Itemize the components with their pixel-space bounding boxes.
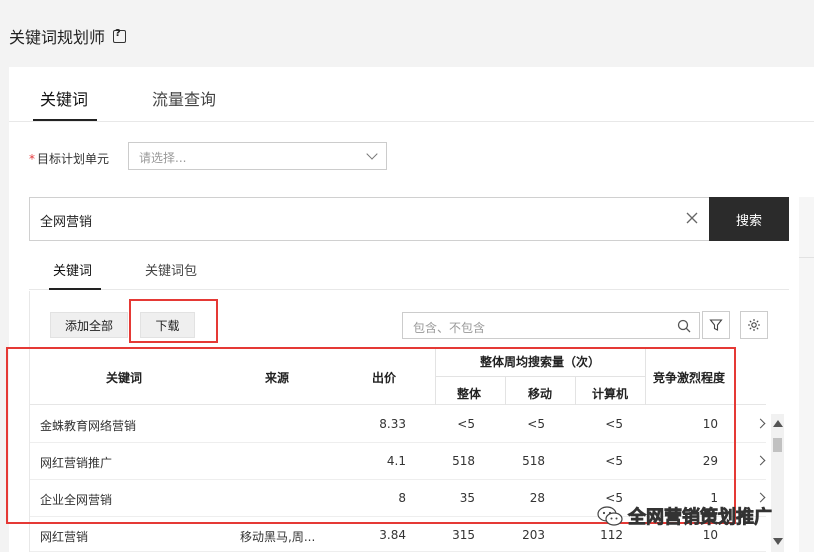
table-row[interactable]: 网红营销推广 4.1 518 518 <5 29: [30, 443, 766, 480]
search-icon[interactable]: [677, 319, 691, 333]
cell-keyword: 企业全网营销: [40, 493, 113, 507]
keyword-search-input[interactable]: 全网营销: [29, 197, 710, 241]
gear-icon: [748, 319, 760, 331]
cell-keyword: 网红营销推广: [40, 456, 113, 470]
cell-keyword: 金蛛教育网络营销: [40, 419, 137, 433]
cell-mobile: 203: [522, 528, 545, 542]
col-mobile[interactable]: 移动: [528, 385, 552, 402]
page-title-text: 关键词规划师: [9, 28, 106, 47]
help-icon[interactable]: [113, 28, 127, 43]
table-row[interactable]: 金蛛教育网络营销 8.33 <5 <5 <5 10: [30, 406, 766, 443]
active-tab-indicator: [33, 119, 97, 121]
active-subtab-indicator: [49, 288, 101, 290]
tab-traffic-query[interactable]: 流量查询: [152, 86, 216, 110]
subtab-keywords[interactable]: 关键词: [53, 260, 92, 279]
cell-bid: 4.1: [386, 454, 406, 468]
col-weekly-search-group: 整体周均搜索量（次）: [480, 355, 601, 369]
cell-competition: 10: [702, 528, 718, 542]
cell-computer: 112: [600, 528, 623, 542]
wechat-icon: [597, 506, 623, 526]
funnel-icon: [709, 319, 723, 331]
cell-computer: <5: [605, 417, 623, 431]
scroll-up-icon[interactable]: [773, 420, 783, 427]
cell-source: 移动黑马,周...: [240, 530, 316, 544]
cell-keyword: 网红营销: [40, 530, 89, 544]
unit-select-placeholder: 请选择...: [139, 151, 187, 165]
main-tabs: 关键词 流量查询: [9, 67, 814, 122]
tab-keywords[interactable]: 关键词: [40, 86, 88, 110]
vertical-scrollbar[interactable]: [771, 414, 784, 552]
page-title: 关键词规划师: [9, 24, 127, 48]
filter-input[interactable]: 包含、不包含: [402, 312, 700, 339]
filter-button[interactable]: [702, 311, 730, 339]
cell-competition: 29: [702, 454, 718, 468]
cell-mobile: <5: [527, 417, 545, 431]
cell-bid: 8: [398, 491, 406, 505]
watermark-text: 全网营销策划推广: [628, 507, 773, 529]
col-keyword[interactable]: 关键词: [106, 369, 142, 386]
header-divider: [435, 376, 645, 377]
cell-mobile: 518: [522, 454, 545, 468]
side-panel-edge: [799, 197, 814, 552]
clear-icon[interactable]: [685, 211, 699, 225]
cell-competition: 10: [702, 417, 718, 431]
cell-overall: 518: [452, 454, 475, 468]
sub-tabs: 关键词 关键词包: [29, 242, 789, 290]
col-source: 来源: [265, 371, 290, 385]
filter-placeholder: 包含、不包含: [413, 321, 486, 335]
scroll-down-icon[interactable]: [773, 538, 783, 545]
scroll-thumb[interactable]: [773, 438, 782, 452]
chevron-down-icon: [366, 148, 378, 160]
col-overall[interactable]: 整体: [457, 385, 481, 402]
add-all-button[interactable]: 添加全部: [50, 312, 128, 338]
col-computer[interactable]: 计算机: [592, 385, 628, 402]
col-bid[interactable]: 出价: [372, 369, 396, 386]
cell-overall: <5: [457, 417, 475, 431]
unit-label-text: 目标计划单元: [37, 152, 110, 166]
table-header: 关键词 来源 出价 整体周均搜索量（次） 整体 移动 计算机 竞争激烈程度: [30, 347, 766, 405]
cell-overall: 35: [459, 491, 475, 505]
watermark: 全网营销策划推广: [596, 503, 772, 529]
search-value: 全网营销: [40, 215, 93, 230]
cell-computer: <5: [605, 454, 623, 468]
cell-bid: 3.84: [379, 528, 406, 542]
cell-overall: 315: [452, 528, 475, 542]
unit-label: * 目标计划单元: [29, 150, 109, 167]
settings-button[interactable]: [740, 311, 768, 339]
unit-select[interactable]: 请选择...: [128, 142, 387, 170]
subtab-keyword-package[interactable]: 关键词包: [145, 260, 197, 279]
download-button[interactable]: 下载: [140, 312, 195, 338]
cell-mobile: 28: [529, 491, 545, 505]
col-competition[interactable]: 竞争激烈程度: [653, 369, 725, 386]
required-mark: *: [29, 152, 35, 166]
search-button[interactable]: 搜索: [709, 197, 789, 241]
cell-bid: 8.33: [379, 417, 406, 431]
